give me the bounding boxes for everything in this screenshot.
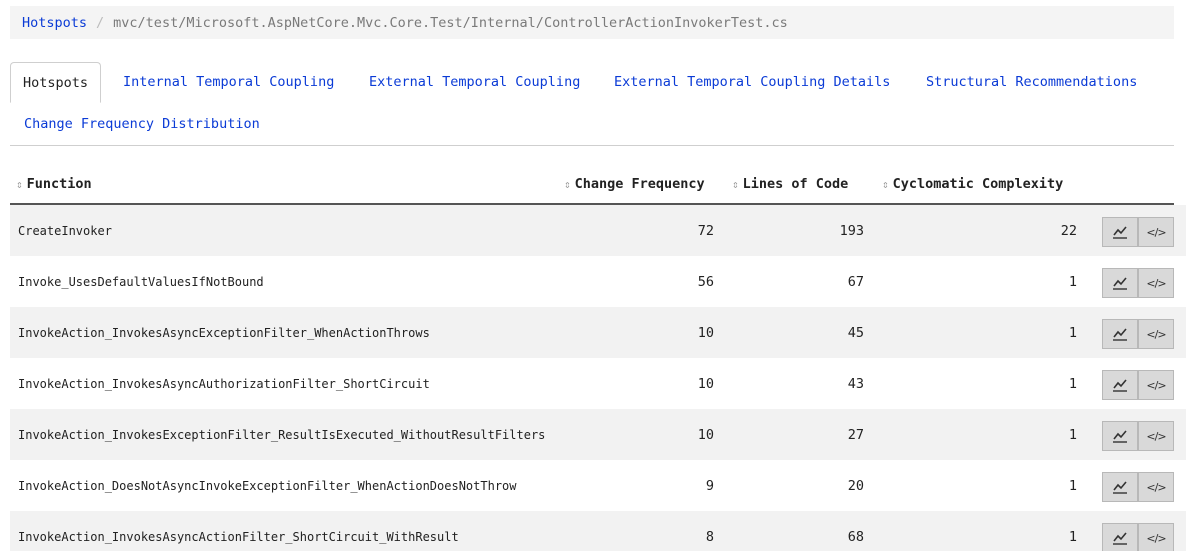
sort-icon: ⇕ [732, 178, 739, 191]
view-code-button[interactable]: </> [1138, 472, 1174, 502]
trend-chart-button[interactable] [1102, 472, 1138, 502]
cyclomatic-complexity-cell: 22 [1060, 222, 1077, 239]
trend-chart-button[interactable] [1102, 268, 1138, 298]
breadcrumb-current-path: mvc/test/Microsoft.AspNetCore.Mvc.Core.T… [113, 14, 788, 31]
lines-of-code-cell: 27 [847, 426, 864, 443]
sort-icon: ⇕ [564, 178, 571, 191]
table-row: InvokeAction_InvokesAsyncAuthorizationFi… [10, 358, 1186, 409]
lines-of-code-cell: 67 [847, 273, 864, 290]
code-icon: </> [1146, 276, 1166, 290]
table-body: CreateInvoker 72 193 22 </> Invoke_UsesD… [10, 205, 1186, 551]
function-name-cell[interactable]: CreateInvoker [18, 205, 112, 256]
line-chart-icon [1113, 481, 1127, 494]
breadcrumb: Hotspots / mvc/test/Microsoft.AspNetCore… [10, 6, 1174, 39]
function-name-cell[interactable]: Invoke_UsesDefaultValuesIfNotBound [18, 256, 264, 307]
column-header-change-frequency[interactable]: ⇕ Change Frequency [564, 166, 705, 203]
function-name-cell[interactable]: InvokeAction_InvokesAsyncActionFilter_Sh… [18, 511, 459, 551]
breadcrumb-hotspots-link[interactable]: Hotspots [22, 15, 87, 31]
tab-hotspots[interactable]: Hotspots [10, 62, 102, 103]
lines-of-code-cell: 68 [847, 528, 864, 545]
sort-icon: ⇕ [882, 178, 889, 191]
column-header-lines-of-code[interactable]: ⇕ Lines of Code [732, 166, 848, 203]
table-row: InvokeAction_InvokesAsyncActionFilter_Sh… [10, 511, 1186, 551]
code-icon: </> [1146, 429, 1166, 443]
table-row: InvokeAction_DoesNotAsyncInvokeException… [10, 460, 1186, 511]
cyclomatic-complexity-cell: 1 [1068, 375, 1077, 392]
table-row: CreateInvoker 72 193 22 </> [10, 205, 1186, 256]
code-icon: </> [1146, 480, 1166, 494]
trend-chart-button[interactable] [1102, 217, 1138, 247]
hotspots-table: ⇕ Function ⇕ Change Frequency ⇕ Lines of Co… [10, 166, 1186, 551]
cyclomatic-complexity-cell: 1 [1068, 528, 1077, 545]
line-chart-icon [1113, 226, 1127, 239]
cyclomatic-complexity-cell: 1 [1068, 477, 1077, 494]
change-frequency-cell: 56 [697, 273, 714, 290]
code-icon: </> [1146, 327, 1166, 341]
tab-structural-recommendations[interactable]: Structural Recommendations [914, 62, 1149, 102]
view-code-button[interactable]: </> [1138, 523, 1174, 551]
change-frequency-cell: 72 [697, 222, 714, 239]
cyclomatic-complexity-cell: 1 [1068, 273, 1077, 290]
tab-internal-temporal-coupling[interactable]: Internal Temporal Coupling [111, 62, 346, 102]
line-chart-icon [1113, 277, 1127, 290]
cyclomatic-complexity-cell: 1 [1068, 324, 1077, 341]
sort-icon: ⇕ [16, 178, 23, 191]
cyclomatic-complexity-cell: 1 [1068, 426, 1077, 443]
code-icon: </> [1146, 225, 1166, 239]
lines-of-code-cell: 43 [847, 375, 864, 392]
trend-chart-button[interactable] [1102, 523, 1138, 551]
view-code-button[interactable]: </> [1138, 421, 1174, 451]
lines-of-code-cell: 20 [847, 477, 864, 494]
column-header-cyclomatic-complexity[interactable]: ⇕ Cyclomatic Complexity [882, 166, 1063, 203]
change-frequency-cell: 10 [697, 375, 714, 392]
table-row: Invoke_UsesDefaultValuesIfNotBound 56 67… [10, 256, 1186, 307]
line-chart-icon [1113, 532, 1127, 545]
line-chart-icon [1113, 430, 1127, 443]
function-name-cell[interactable]: InvokeAction_InvokesExceptionFilter_Resu… [18, 409, 545, 460]
trend-chart-button[interactable] [1102, 319, 1138, 349]
change-frequency-cell: 10 [697, 426, 714, 443]
tab-bar: Hotspots Internal Temporal Coupling Exte… [10, 62, 1174, 146]
trend-chart-button[interactable] [1102, 421, 1138, 451]
table-row: InvokeAction_InvokesAsyncExceptionFilter… [10, 307, 1186, 358]
change-frequency-cell: 8 [705, 528, 714, 545]
lines-of-code-cell: 45 [847, 324, 864, 341]
view-code-button[interactable]: </> [1138, 217, 1174, 247]
lines-of-code-cell: 193 [839, 222, 864, 239]
tab-external-temporal-coupling-details[interactable]: External Temporal Coupling Details [602, 62, 902, 102]
view-code-button[interactable]: </> [1138, 370, 1174, 400]
tab-change-frequency-distribution[interactable]: Change Frequency Distribution [12, 104, 272, 144]
function-name-cell[interactable]: InvokeAction_DoesNotAsyncInvokeException… [18, 460, 517, 511]
view-code-button[interactable]: </> [1138, 319, 1174, 349]
change-frequency-cell: 9 [705, 477, 714, 494]
function-name-cell[interactable]: InvokeAction_InvokesAsyncAuthorizationFi… [18, 358, 430, 409]
line-chart-icon [1113, 328, 1127, 341]
table-header: ⇕ Function ⇕ Change Frequency ⇕ Lines of Co… [10, 166, 1174, 205]
code-icon: </> [1146, 378, 1166, 392]
breadcrumb-separator: / [96, 14, 105, 31]
function-name-cell[interactable]: InvokeAction_InvokesAsyncExceptionFilter… [18, 307, 430, 358]
line-chart-icon [1113, 379, 1127, 392]
view-code-button[interactable]: </> [1138, 268, 1174, 298]
table-row: InvokeAction_InvokesExceptionFilter_Resu… [10, 409, 1186, 460]
column-header-function[interactable]: ⇕ Function [16, 166, 92, 203]
code-icon: </> [1146, 531, 1166, 545]
tab-external-temporal-coupling[interactable]: External Temporal Coupling [357, 62, 592, 102]
trend-chart-button[interactable] [1102, 370, 1138, 400]
change-frequency-cell: 10 [697, 324, 714, 341]
